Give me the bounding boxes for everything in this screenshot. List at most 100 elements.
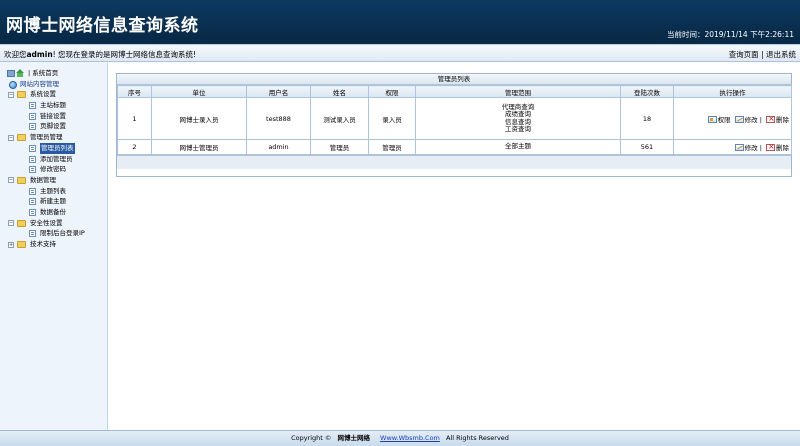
collapse-icon[interactable]: − (8, 134, 14, 141)
delete-button[interactable]: 删除 (766, 142, 789, 152)
root-label: 网站内容管理 (20, 79, 59, 88)
action-separator: | (759, 115, 762, 124)
tree-group-system-settings[interactable]: − 系统设置 (0, 89, 108, 100)
welcome-message: 欢迎您admin! 您现在登录的是网博士网络信息查询系统! (4, 49, 196, 60)
item-label: 主站标题 (40, 101, 66, 110)
delete-icon (766, 114, 775, 123)
item-label: 数据备份 (40, 207, 66, 216)
nav-tree: | 系统首页 网站内容管理 − 系统设置 主站标题 链接设置 页脚设置 − 管理… (0, 68, 108, 250)
tree-item-admin-list[interactable]: 管理员列表 (0, 142, 108, 154)
welcome-bar: 欢迎您admin! 您现在登录的是网博士网络信息查询系统! 查询页面 | 退出系… (0, 44, 800, 62)
page-icon (29, 198, 36, 206)
page-icon (29, 208, 36, 216)
permission-label: 权限 (717, 115, 731, 124)
page-icon (29, 230, 36, 238)
column-header: 执行操作 (673, 85, 792, 98)
copyright-text: Copyright © (291, 434, 332, 442)
logout-link[interactable]: 退出系统 (766, 50, 796, 59)
cell-name: 测试录入员 (310, 97, 369, 140)
table-row: 2 网博士管理员 admin 管理员 管理员 全部主题 561 修改 | 删除 (117, 139, 792, 155)
tree-item-topic-list[interactable]: 主题列表 (0, 186, 108, 197)
item-label: 新建主题 (40, 197, 66, 206)
cell-actions: 权限 修改 | 删除 (673, 97, 792, 140)
welcome-prefix: 欢迎您 (4, 50, 27, 59)
edit-button[interactable]: 修改 (734, 142, 758, 152)
folder-icon (17, 241, 26, 248)
tree-item-add-admin[interactable]: 添加管理员 (0, 154, 108, 165)
folder-icon (17, 176, 26, 184)
clock-value: 2019/11/14 下午2:26:11 (704, 30, 794, 39)
clock-label: 当前时间： (666, 30, 705, 39)
group-label: 数据管理 (30, 175, 56, 184)
item-label: 链接设置 (40, 111, 66, 120)
welcome-suffix: ! 您现在登录的是网博士网络信息查询系统! (52, 50, 197, 59)
group-label: 管理员管理 (30, 133, 63, 142)
tree-root[interactable]: 网站内容管理 (0, 79, 108, 90)
group-label: 技术支持 (30, 240, 56, 248)
collapse-icon[interactable]: − (8, 91, 14, 98)
footer-site-link[interactable]: Www.Wbsmb.Com (380, 434, 440, 442)
tree-group-tech-support[interactable]: + 技术支持 (0, 239, 108, 250)
table-row: 1 网博士录入员 test888 测试录入员 录入员 代理商查询 成绩查询 信息… (117, 97, 792, 140)
column-header: 序号 (117, 85, 152, 98)
item-label: 限制后台登录IP (40, 229, 85, 238)
home-icon (7, 69, 25, 78)
column-header: 管理范围 (415, 85, 621, 98)
edit-label: 修改 (744, 144, 758, 152)
tree-home[interactable]: | 系统首页 (0, 68, 108, 79)
column-header: 登陆次数 (620, 85, 674, 98)
page-icon (29, 166, 36, 174)
tree-group-security-settings[interactable]: − 安全性设置 (0, 218, 108, 229)
cell-logins: 561 (620, 139, 674, 155)
top-links: 查询页面 | 退出系统 (729, 49, 796, 60)
tree-item-data-backup[interactable]: 数据备份 (0, 207, 108, 218)
delete-button[interactable]: 删除 (766, 114, 789, 124)
folder-icon (17, 219, 26, 227)
column-header: 单位 (151, 85, 247, 98)
action-separator: | (759, 144, 762, 152)
page-icon (29, 112, 36, 120)
tree-item-change-password[interactable]: 修改密码 (0, 164, 108, 175)
app-title: 网博士网络信息查询系统 (6, 16, 199, 36)
tree-group-admin-management[interactable]: − 管理员管理 (0, 132, 108, 143)
panel-title: 管理员列表 (117, 74, 791, 85)
tree-item-footer-settings[interactable]: 页脚设置 (0, 121, 108, 132)
tree-item-restrict-login-ip[interactable]: 限制后台登录IP (0, 228, 108, 239)
cell-no: 2 (117, 139, 152, 155)
edit-button[interactable]: 修改 (734, 114, 758, 124)
query-page-link[interactable]: 查询页面 (729, 50, 759, 59)
column-header: 权限 (368, 85, 416, 98)
item-label-selected: 管理员列表 (40, 142, 75, 154)
globe-icon (9, 80, 17, 89)
permission-icon (707, 115, 717, 123)
current-time: 当前时间：2019/11/14 下午2:26:11 (667, 29, 794, 40)
delete-icon (766, 142, 775, 151)
panel-footer (117, 155, 791, 169)
link-separator: | (761, 50, 764, 59)
column-header: 姓名 (310, 85, 369, 98)
scope-item: 工资查询 (505, 125, 531, 133)
page-icon (29, 102, 36, 110)
expand-icon[interactable]: + (8, 241, 14, 248)
tree-item-link-settings[interactable]: 链接设置 (0, 111, 108, 122)
cell-unit: 网博士管理员 (151, 139, 247, 155)
footer-brand: 网博士网络 (337, 434, 370, 442)
item-label: 修改密码 (40, 165, 66, 174)
cell-username: test888 (246, 97, 311, 140)
cell-scope: 代理商查询 成绩查询 信息查询 工资查询 (415, 97, 621, 140)
group-label: 系统设置 (30, 90, 56, 99)
collapse-icon[interactable]: − (8, 220, 14, 227)
scope-item: 全部主题 (505, 142, 531, 151)
edit-icon (734, 115, 744, 123)
page-footer: Copyright © 网博士网络 Www.Wbsmb.Com All Righ… (0, 430, 800, 446)
table-header-row: 序号 单位 用户名 姓名 权限 管理范围 登陆次数 执行操作 (117, 85, 792, 98)
group-label: 安全性设置 (30, 218, 63, 227)
item-label: 页脚设置 (40, 122, 66, 131)
tree-group-data-management[interactable]: − 数据管理 (0, 175, 108, 186)
permission-button[interactable]: 权限 (707, 114, 731, 124)
delete-label: 删除 (776, 115, 789, 124)
cell-actions: 修改 | 删除 (673, 139, 792, 155)
tree-item-new-topic[interactable]: 新建主题 (0, 196, 108, 207)
collapse-icon[interactable]: − (8, 177, 14, 184)
tree-item-site-title[interactable]: 主站标题 (0, 100, 108, 111)
